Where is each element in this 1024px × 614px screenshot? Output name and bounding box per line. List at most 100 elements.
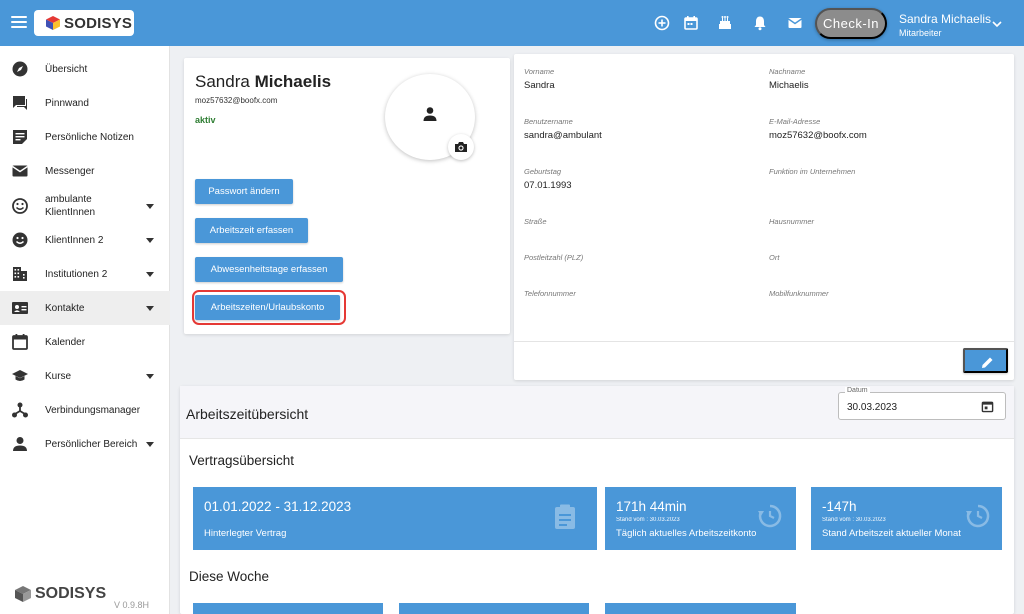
- field-value-nachname: Michaelis: [769, 80, 809, 91]
- record-absence-button[interactable]: Abwesenheitstage erfassen: [195, 257, 343, 282]
- message-board-icon: [13, 96, 27, 110]
- sidebar-item-klientinnen-2[interactable]: KlientInnen 2: [0, 227, 170, 253]
- sidebar-item-notizen[interactable]: Persönliche Notizen: [0, 124, 170, 150]
- contract-period: 01.01.2022 - 31.12.2023: [204, 499, 352, 514]
- sidebar-item-messenger[interactable]: Messenger: [0, 158, 170, 184]
- worktime-account-date: Stand vom : 30.03.2023: [616, 517, 680, 523]
- record-worktime-button[interactable]: Arbeitszeit erfassen: [195, 218, 308, 243]
- app-logo[interactable]: SODISYS: [34, 10, 134, 36]
- change-photo-button[interactable]: [448, 134, 474, 160]
- version-label: V 0.9.8H: [114, 600, 150, 610]
- field-label-mobil: Mobilfunknummer: [769, 289, 829, 298]
- birthday-cake-icon[interactable]: [717, 15, 733, 31]
- sidebar-item-ambulante-klientinnen[interactable]: ambulante KlientInnen: [0, 190, 170, 222]
- sidebar-footer: SODISYS V 0.9.8H: [0, 576, 170, 614]
- contract-tile[interactable]: 01.01.2022 - 31.12.2023 Hinterlegter Ver…: [193, 487, 597, 550]
- user-details-card: Vorname Sandra Nachname Michaelis Benutz…: [514, 54, 1014, 380]
- history-icon: [758, 504, 782, 528]
- caret-down-icon[interactable]: [146, 238, 154, 243]
- field-label-nachname: Nachname: [769, 67, 806, 76]
- monthly-worktime-date: Stand vom : 30.03.2023: [822, 517, 886, 523]
- date-field[interactable]: Datum 30.03.2023: [838, 387, 1006, 420]
- field-label-benutzername: Benutzername: [524, 117, 573, 126]
- sidebar-item-persoenlicher-bereich[interactable]: Persönlicher Bereich: [0, 431, 170, 457]
- add-circle-icon[interactable]: [654, 15, 670, 31]
- building-icon: [13, 267, 27, 281]
- field-value-vorname: Sandra: [524, 80, 555, 91]
- sidebar-item-kurse[interactable]: Kurse: [0, 363, 170, 389]
- compass-icon: [12, 61, 28, 77]
- sidebar-item-label: Institutionen 2: [45, 269, 108, 280]
- user-name[interactable]: Sandra Michaelis: [899, 12, 991, 26]
- field-label-strasse: Straße: [524, 217, 547, 226]
- date-input[interactable]: 30.03.2023: [847, 402, 897, 413]
- field-label-vorname: Vorname: [524, 67, 555, 76]
- profile-first-name: Sandra: [195, 72, 250, 91]
- change-password-button[interactable]: Passwort ändern: [195, 179, 293, 204]
- mail-icon[interactable]: [787, 15, 803, 31]
- calendar-icon[interactable]: [683, 15, 699, 31]
- calendar-icon[interactable]: [981, 400, 994, 413]
- worktime-account-label: Täglich aktuelles Arbeitszeitkonto: [616, 528, 757, 539]
- user-role: Mitarbeiter: [899, 28, 942, 38]
- bell-icon[interactable]: [752, 15, 768, 31]
- sidebar-item-uebersicht[interactable]: Übersicht: [0, 56, 170, 82]
- notes-icon: [13, 130, 27, 144]
- field-label-ort: Ort: [769, 253, 780, 262]
- week-tile[interactable]: [605, 603, 796, 614]
- sidebar-item-label: Verbindungsmanager: [45, 405, 141, 416]
- person-icon: [13, 437, 27, 451]
- sidebar-item-institutionen-2[interactable]: Institutionen 2: [0, 261, 170, 287]
- caret-down-icon[interactable]: [146, 306, 154, 311]
- caret-down-icon[interactable]: [146, 442, 154, 447]
- sidebar-item-label: Persönliche Notizen: [45, 132, 134, 143]
- menu-icon[interactable]: [11, 16, 27, 29]
- sidebar-item-kalender[interactable]: Kalender: [0, 329, 170, 355]
- monthly-worktime-label: Stand Arbeitszeit aktueller Monat: [822, 528, 961, 539]
- sidebar-item-label: Messenger: [45, 166, 95, 177]
- sidebar: Übersicht Pinnwand Persönliche Notizen M…: [0, 46, 170, 614]
- footer-logo-text: SODISYS: [35, 585, 107, 602]
- monthly-worktime-tile[interactable]: -147h Stand vom : 30.03.2023 Stand Arbei…: [811, 487, 1002, 550]
- worktime-title: Arbeitszeitübersicht: [186, 406, 309, 422]
- mail-icon: [12, 165, 28, 177]
- smiley-outline-icon: [12, 198, 28, 214]
- sodisys-logo-icon: [15, 586, 31, 602]
- worktime-vacation-account-button[interactable]: Arbeitszeiten/Urlaubskonto: [195, 295, 340, 320]
- sidebar-item-label: ambulante KlientInnen: [45, 194, 96, 218]
- graduation-cap-icon: [12, 370, 28, 381]
- contract-overview-title: Vertragsübersicht: [189, 453, 295, 468]
- check-in-button[interactable]: Check-In: [815, 8, 887, 39]
- history-icon: [966, 504, 990, 528]
- person-icon: [423, 107, 437, 121]
- date-label: Datum: [845, 387, 870, 394]
- week-tile[interactable]: [399, 603, 589, 614]
- profile-email: moz57632@boofx.com: [195, 96, 278, 105]
- profile-last-name: Michaelis: [254, 72, 332, 91]
- calendar-icon: [12, 334, 28, 350]
- this-week-title: Diese Woche: [189, 569, 270, 584]
- sidebar-item-label: Übersicht: [45, 64, 88, 75]
- worktime-overview-card: Arbeitszeitübersicht Datum 30.03.2023 Ve…: [180, 386, 1014, 614]
- sidebar-item-kontakte[interactable]: Kontakte: [0, 291, 170, 325]
- sidebar-item-label: Kontakte: [45, 303, 85, 314]
- week-tile[interactable]: [193, 603, 383, 614]
- clipboard-icon: [555, 504, 575, 529]
- sidebar-item-verbindungsmanager[interactable]: Verbindungsmanager: [0, 397, 170, 423]
- caret-down-icon[interactable]: [146, 272, 154, 277]
- caret-down-icon[interactable]: [146, 204, 154, 209]
- footer-logo: SODISYS: [14, 585, 106, 603]
- profile-name: Sandra Michaelis: [195, 72, 331, 92]
- caret-down-icon[interactable]: [146, 374, 154, 379]
- field-value-geburtstag: 07.01.1993: [524, 180, 572, 191]
- chevron-down-icon[interactable]: [992, 19, 1002, 29]
- logo-text: SODISYS: [64, 14, 133, 32]
- sidebar-item-label: Kurse: [45, 371, 72, 382]
- sodisys-logo-icon: [46, 16, 60, 30]
- sidebar-item-pinnwand[interactable]: Pinnwand: [0, 90, 170, 116]
- status-badge: aktiv: [195, 115, 216, 125]
- worktime-account-value: 171h 44min: [616, 499, 687, 514]
- contract-label: Hinterlegter Vertrag: [204, 528, 287, 539]
- worktime-account-tile[interactable]: 171h 44min Stand vom : 30.03.2023 Täglic…: [605, 487, 796, 550]
- edit-button[interactable]: [963, 348, 1008, 373]
